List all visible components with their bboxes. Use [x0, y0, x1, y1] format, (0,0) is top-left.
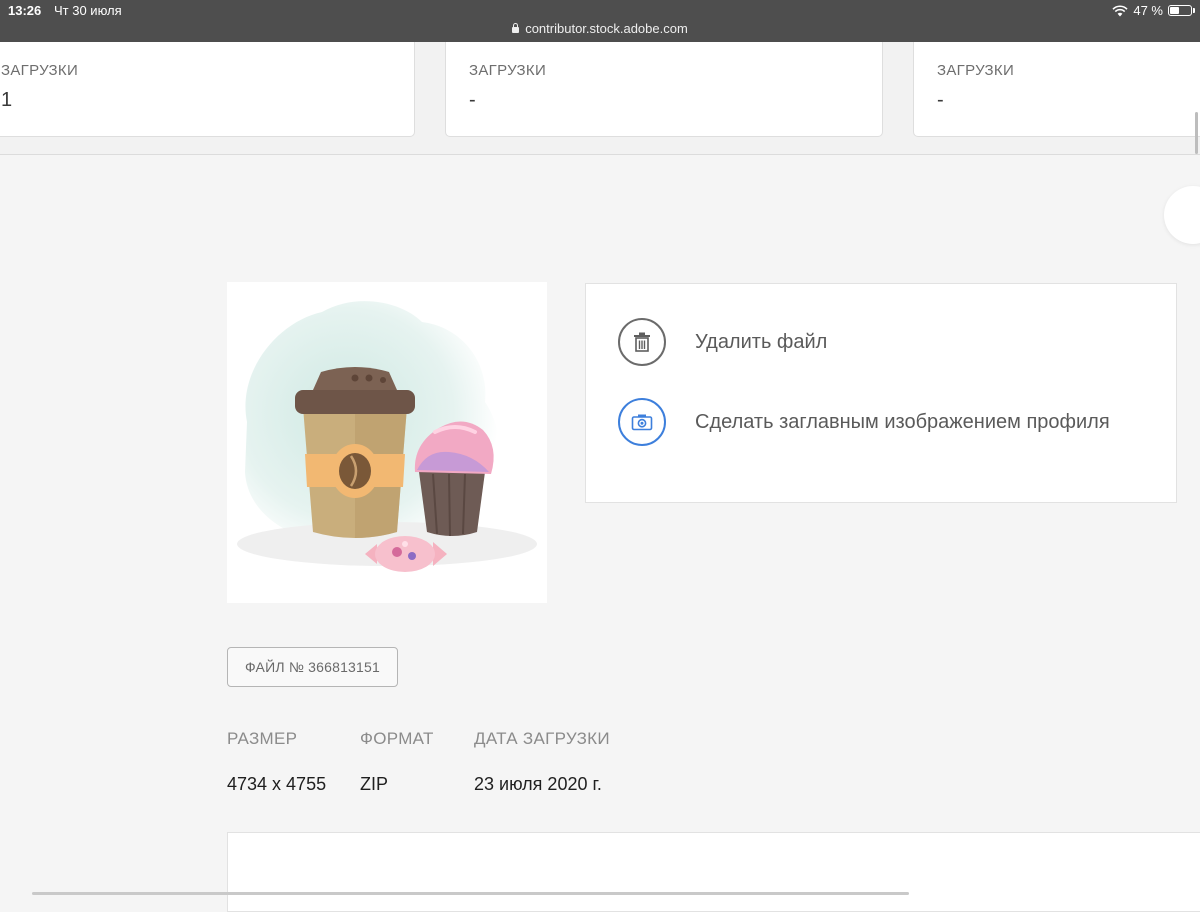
- battery-icon: [1168, 5, 1195, 16]
- delete-file-label: Удалить файл: [695, 330, 828, 353]
- wifi-icon: [1112, 4, 1128, 16]
- meta-upload-date-value: 23 июля 2020 г.: [474, 774, 602, 794]
- address-url: contributor.stock.adobe.com: [525, 21, 688, 36]
- stats-band: ЗАГРУЗКИ 1 ЗАГРУЗКИ - ЗАГРУЗКИ -: [0, 42, 1200, 155]
- camera-icon-circle: [618, 398, 666, 446]
- stat-label: ЗАГРУЗКИ: [1, 62, 79, 79]
- stat-value: -: [469, 89, 476, 111]
- battery-percent: 47 %: [1133, 3, 1163, 18]
- status-right: 47 %: [1112, 3, 1195, 18]
- status-time: 13:26: [8, 3, 42, 18]
- address-bar[interactable]: contributor.stock.adobe.com: [0, 21, 1200, 36]
- stat-label: ЗАГРУЗКИ: [937, 62, 1015, 79]
- horizontal-scrollbar[interactable]: [32, 892, 909, 895]
- coffee-cupcake-illustration: [237, 301, 537, 572]
- stat-label: ЗАГРУЗКИ: [469, 62, 547, 79]
- file-thumbnail[interactable]: [227, 282, 547, 603]
- set-profile-image-button[interactable]: Сделать заглавным изображением профиля: [618, 398, 1110, 446]
- meta-format-label: ФОРМАТ: [360, 729, 434, 748]
- stat-card-downloads-2: ЗАГРУЗКИ -: [445, 42, 883, 137]
- file-id-badge: ФАЙЛ № 366813151: [227, 647, 398, 687]
- meta-size-label: РАЗМЕР: [227, 729, 298, 748]
- browser-status-bar: 13:26 Чт 30 июля 47 % contributor.stock.…: [0, 0, 1200, 42]
- status-date: Чт 30 июля: [54, 3, 122, 18]
- stat-value: -: [937, 89, 944, 111]
- meta-format-value: ZIP: [360, 774, 389, 794]
- meta-upload-date-label: ДАТА ЗАГРУЗКИ: [474, 729, 610, 748]
- vertical-scrollbar[interactable]: [1195, 112, 1198, 154]
- delete-icon-circle: [618, 318, 666, 366]
- delete-file-button[interactable]: Удалить файл: [618, 318, 827, 366]
- stat-card-downloads-1: ЗАГРУЗКИ 1: [0, 42, 415, 137]
- bottom-section-card: [227, 832, 1200, 912]
- stat-card-downloads-3: ЗАГРУЗКИ -: [913, 42, 1200, 137]
- side-panel-handle[interactable]: [1164, 186, 1200, 244]
- meta-size-value: 4734 x 4755: [227, 774, 327, 794]
- set-profile-image-label: Сделать заглавным изображением профиля: [695, 410, 1110, 433]
- file-actions-panel: Удалить файл Сделать заглавным изображен…: [585, 283, 1177, 503]
- lock-icon: [512, 23, 520, 33]
- stat-value: 1: [1, 89, 13, 111]
- camera-icon: [631, 414, 653, 431]
- trash-icon: [634, 332, 650, 352]
